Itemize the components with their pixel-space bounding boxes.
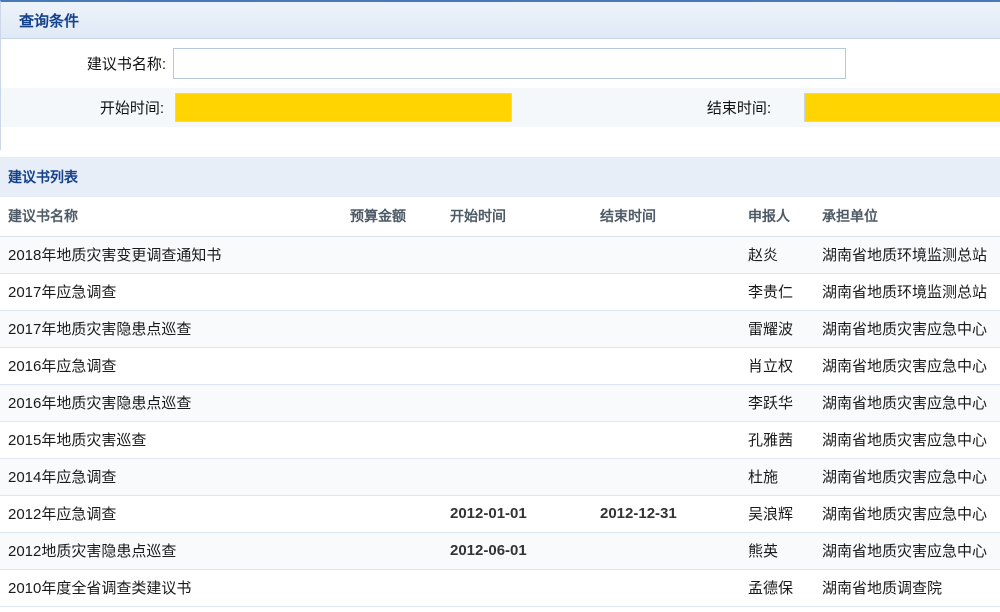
budget-cell <box>342 273 442 310</box>
query-conditions-title: 查询条件 <box>1 2 1000 39</box>
budget-cell <box>342 236 442 273</box>
proposal-name-input[interactable] <box>173 48 846 79</box>
budget-cell <box>342 310 442 347</box>
proposal-name-cell: 2012地质灾害隐患点巡查 <box>0 532 342 569</box>
start-date-cell <box>442 236 592 273</box>
column-header-unit: 承担单位 <box>814 197 1000 236</box>
proposal-name-cell: 2018年地质灾害变更调查通知书 <box>0 236 342 273</box>
end-time-label: 结束时间: <box>512 97 771 118</box>
start-date-cell: 2012-01-01 <box>442 495 592 532</box>
column-header-end-time: 结束时间 <box>592 197 740 236</box>
applicant-cell: 杜施 <box>740 458 814 495</box>
unit-cell: 湖南省地质灾害应急中心 <box>814 495 1000 532</box>
start-date-cell <box>442 384 592 421</box>
table-row[interactable]: 2017年应急调查 李贵仁湖南省地质环境监测总站 <box>0 273 1000 310</box>
start-date-cell: 2012-06-01 <box>442 532 592 569</box>
table-row[interactable]: 2014年应急调查 杜施湖南省地质灾害应急中心 <box>0 458 1000 495</box>
end-time-input[interactable] <box>804 93 1000 122</box>
unit-cell: 湖南省地质灾害应急中心 <box>814 421 1000 458</box>
budget-cell <box>342 421 442 458</box>
proposal-name-cell: 2016年应急调查 <box>0 347 342 384</box>
end-date-cell <box>592 310 740 347</box>
end-date-cell <box>592 532 740 569</box>
start-date-cell <box>442 569 592 606</box>
table-row[interactable]: 2016年地质灾害隐患点巡查 李跃华湖南省地质灾害应急中心 <box>0 384 1000 421</box>
table-row[interactable]: 2010年度全省调查类建议书 孟德保湖南省地质调查院 <box>0 569 1000 606</box>
start-date-cell <box>442 310 592 347</box>
proposal-list-panel: 建议书列表 建议书名称 预算金额 开始时间 结束时间 申报人 承担单位 2018… <box>0 157 1000 607</box>
budget-cell <box>342 495 442 532</box>
start-time-label: 开始时间: <box>1 97 164 118</box>
proposal-table-body: 2018年地质灾害变更调查通知书 赵炎湖南省地质环境监测总站 2017年应急调查 李贵… <box>0 236 1000 606</box>
budget-cell <box>342 458 442 495</box>
end-date-cell <box>592 273 740 310</box>
applicant-cell: 吴浪辉 <box>740 495 814 532</box>
proposal-name-cell: 2017年地质灾害隐患点巡查 <box>0 310 342 347</box>
table-row[interactable]: 2015年地质灾害巡查 孔雅茜湖南省地质灾害应急中心 <box>0 421 1000 458</box>
proposal-name-cell: 2012年应急调查 <box>0 495 342 532</box>
start-date-cell <box>442 347 592 384</box>
date-range-row: 开始时间: 结束时间: <box>1 88 1000 127</box>
unit-cell: 湖南省地质灾害应急中心 <box>814 384 1000 421</box>
budget-cell <box>342 532 442 569</box>
table-header-row: 建议书名称 预算金额 开始时间 结束时间 申报人 承担单位 <box>0 197 1000 236</box>
proposal-table: 建议书名称 预算金额 开始时间 结束时间 申报人 承担单位 2018年地质灾害变… <box>0 197 1000 607</box>
applicant-cell: 赵炎 <box>740 236 814 273</box>
column-header-proposal-name: 建议书名称 <box>0 197 342 236</box>
start-date-cell <box>442 421 592 458</box>
unit-cell: 湖南省地质灾害应急中心 <box>814 347 1000 384</box>
proposal-name-row: 建议书名称: <box>1 39 1000 88</box>
applicant-cell: 熊英 <box>740 532 814 569</box>
unit-cell: 湖南省地质调查院 <box>814 569 1000 606</box>
proposal-name-cell: 2015年地质灾害巡查 <box>0 421 342 458</box>
table-row[interactable]: 2017年地质灾害隐患点巡查 雷耀波湖南省地质灾害应急中心 <box>0 310 1000 347</box>
end-date-cell <box>592 347 740 384</box>
panel-gap <box>0 150 1000 157</box>
proposal-name-label: 建议书名称: <box>1 53 166 74</box>
table-row[interactable]: 2016年应急调查 肖立权湖南省地质灾害应急中心 <box>0 347 1000 384</box>
applicant-cell: 李跃华 <box>740 384 814 421</box>
end-date-cell <box>592 384 740 421</box>
unit-cell: 湖南省地质灾害应急中心 <box>814 532 1000 569</box>
start-date-cell <box>442 273 592 310</box>
end-date-cell <box>592 458 740 495</box>
start-date-cell <box>442 458 592 495</box>
budget-cell <box>342 347 442 384</box>
end-date-cell: 2012-12-31 <box>592 495 740 532</box>
proposal-name-cell: 2010年度全省调查类建议书 <box>0 569 342 606</box>
applicant-cell: 孟德保 <box>740 569 814 606</box>
query-conditions-panel: 查询条件 建议书名称: 开始时间: 结束时间: <box>0 0 1000 150</box>
applicant-cell: 孔雅茜 <box>740 421 814 458</box>
applicant-cell: 雷耀波 <box>740 310 814 347</box>
end-date-cell <box>592 421 740 458</box>
proposal-name-cell: 2016年地质灾害隐患点巡查 <box>0 384 342 421</box>
applicant-cell: 肖立权 <box>740 347 814 384</box>
table-row[interactable]: 2012年应急调查 2012-01-012012-12-31吴浪辉湖南省地质灾害应… <box>0 495 1000 532</box>
unit-cell: 湖南省地质灾害应急中心 <box>814 310 1000 347</box>
end-date-cell <box>592 236 740 273</box>
column-header-start-time: 开始时间 <box>442 197 592 236</box>
column-header-budget: 预算金额 <box>342 197 442 236</box>
applicant-cell: 李贵仁 <box>740 273 814 310</box>
end-date-cell <box>592 569 740 606</box>
budget-cell <box>342 384 442 421</box>
unit-cell: 湖南省地质灾害应急中心 <box>814 458 1000 495</box>
table-row[interactable]: 2018年地质灾害变更调查通知书 赵炎湖南省地质环境监测总站 <box>0 236 1000 273</box>
start-time-input[interactable] <box>175 93 512 122</box>
budget-cell <box>342 569 442 606</box>
column-header-applicant: 申报人 <box>740 197 814 236</box>
unit-cell: 湖南省地质环境监测总站 <box>814 273 1000 310</box>
query-panel-footer-spacer <box>1 127 1000 150</box>
unit-cell: 湖南省地质环境监测总站 <box>814 236 1000 273</box>
proposal-name-cell: 2017年应急调查 <box>0 273 342 310</box>
proposal-list-title: 建议书列表 <box>0 157 1000 197</box>
proposal-name-cell: 2014年应急调查 <box>0 458 342 495</box>
table-row[interactable]: 2012地质灾害隐患点巡查 2012-06-01 熊英湖南省地质灾害应急中心 <box>0 532 1000 569</box>
